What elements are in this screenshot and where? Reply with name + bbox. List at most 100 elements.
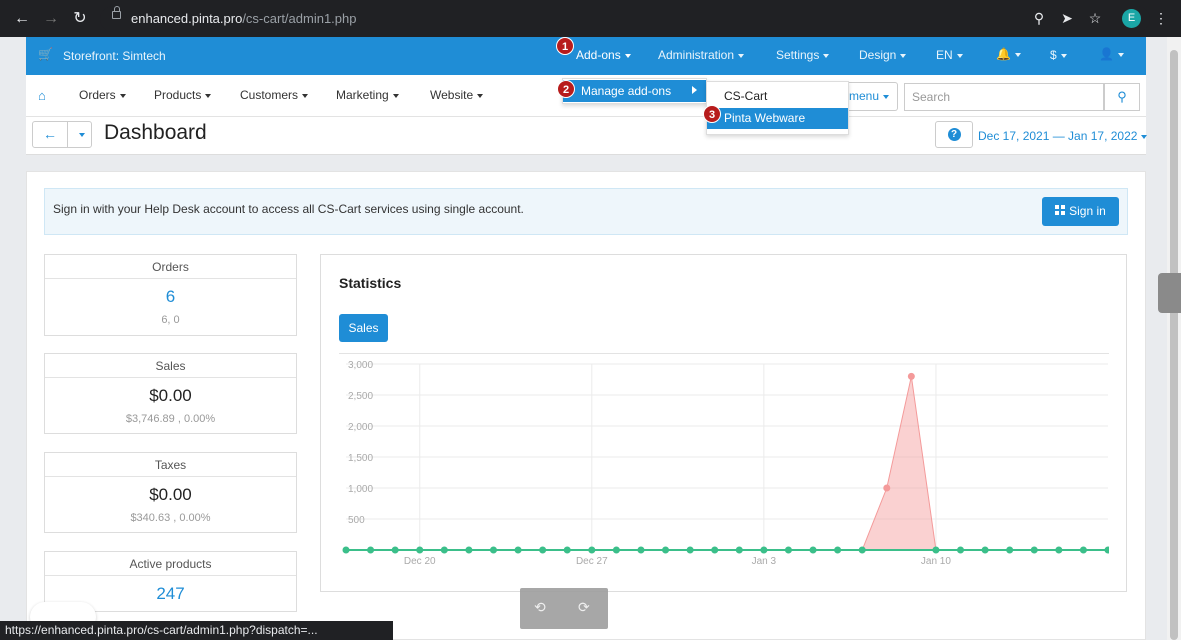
profile-avatar[interactable]: E: [1122, 9, 1141, 28]
zero-point: [416, 546, 424, 554]
rotate-left-icon[interactable]: ⟲: [534, 599, 546, 616]
zero-point: [489, 546, 497, 554]
y-tick-label: 1,000: [348, 484, 373, 495]
zero-point: [588, 546, 596, 554]
zero-point: [809, 546, 817, 554]
card-title: Active products: [45, 552, 296, 576]
nav-customers[interactable]: Customers: [240, 88, 309, 102]
search-icon: ⚲: [1117, 89, 1127, 104]
status-url-bar: https://enhanced.pinta.pro/cs-cart/admin…: [0, 621, 393, 640]
back-arrow-icon[interactable]: ←: [12, 9, 32, 29]
language-menu[interactable]: EN: [936, 48, 963, 62]
zero-point: [1055, 546, 1063, 554]
card-title: Sales: [45, 354, 296, 378]
home-icon[interactable]: ⌂: [38, 88, 46, 103]
more-vert-icon[interactable]: ⋮: [1152, 9, 1170, 27]
zero-point: [612, 546, 620, 554]
zero-point: [784, 546, 792, 554]
user-icon[interactable]: 👤: [1099, 47, 1124, 61]
zero-point: [342, 546, 350, 554]
x-tick-label: Dec 27: [576, 556, 608, 567]
date-range-picker[interactable]: Dec 17, 2021 — Jan 17, 2022: [978, 129, 1148, 143]
card-title: Taxes: [45, 453, 296, 477]
nav-website[interactable]: Website: [430, 88, 484, 102]
y-tick-label: 2,500: [348, 391, 373, 402]
step-badge-1: 1: [556, 37, 574, 55]
url-text[interactable]: enhanced.pinta.pro/cs-cart/admin1.php: [131, 6, 356, 32]
zero-point: [465, 546, 473, 554]
settings-menu[interactable]: Settings: [776, 48, 830, 62]
nav-products[interactable]: Products: [154, 88, 212, 102]
back-dropdown-button[interactable]: [67, 121, 92, 148]
zero-point: [563, 546, 571, 554]
zero-point: [957, 546, 965, 554]
design-menu[interactable]: Design: [859, 48, 907, 62]
zero-point: [735, 546, 743, 554]
zero-point: [1079, 546, 1087, 554]
nav-orders[interactable]: Orders: [79, 88, 126, 102]
submenu-item-pinta-webware[interactable]: Pinta Webware: [707, 108, 848, 129]
x-tick-label: Jan 10: [921, 556, 951, 567]
zero-point: [637, 546, 645, 554]
x-tick-label: Dec 20: [404, 556, 436, 567]
storefront-label[interactable]: Storefront: Simtech: [63, 37, 166, 75]
zero-point: [760, 546, 768, 554]
statistics-title: Statistics: [339, 275, 402, 291]
scrollbar-thumb[interactable]: [1170, 50, 1178, 640]
key-icon[interactable]: ⚲: [1030, 9, 1048, 27]
card-sub: $3,746.89 , 0.00%: [125, 413, 216, 425]
nav-marketing[interactable]: Marketing: [336, 88, 399, 102]
forward-arrow-icon[interactable]: →: [41, 9, 61, 29]
zero-point: [539, 546, 547, 554]
side-tab-handle[interactable]: [1158, 273, 1181, 313]
zero-point: [686, 546, 694, 554]
card-sub: 6, 0: [161, 314, 180, 326]
submenu-item-cs-cart[interactable]: CS-Cart: [724, 89, 767, 103]
send-icon[interactable]: ➤: [1058, 9, 1076, 27]
zero-point: [981, 546, 989, 554]
help-button[interactable]: ?: [935, 121, 973, 148]
step-badge-2: 2: [557, 80, 575, 98]
zero-point: [1030, 546, 1038, 554]
sales-point: [907, 372, 915, 380]
administration-menu[interactable]: Administration: [658, 48, 745, 62]
card-value[interactable]: 247: [45, 584, 296, 604]
sales-tab[interactable]: Sales: [339, 314, 388, 342]
zero-point: [858, 546, 866, 554]
zero-point: [367, 546, 375, 554]
taxes-card: Taxes $0.00 $340.63 , 0.00%: [44, 452, 297, 533]
sales-point: [883, 484, 891, 492]
x-tick-label: Jan 3: [752, 556, 777, 567]
search-button[interactable]: ⚲: [1104, 83, 1140, 111]
sales-card: Sales $0.00 $3,746.89 , 0.00%: [44, 353, 297, 434]
zero-point: [514, 546, 522, 554]
card-value: $0.00: [149, 485, 192, 504]
media-controls: ⟲ ⟳: [520, 588, 608, 629]
back-button[interactable]: ←: [32, 121, 68, 148]
notifications-bell-icon[interactable]: 🔔: [996, 47, 1021, 61]
arrow-left-icon: ←: [43, 126, 57, 142]
card-value[interactable]: 6: [45, 287, 296, 307]
hidden-menu-button[interactable]: menu: [846, 82, 898, 111]
search-input[interactable]: Search: [904, 83, 1104, 111]
lock-icon: [112, 6, 121, 19]
zero-point: [711, 546, 719, 554]
zero-point: [1006, 546, 1014, 554]
manage-addons-item[interactable]: Manage add-ons: [563, 80, 706, 102]
zero-point: [932, 546, 940, 554]
star-icon[interactable]: ☆: [1086, 9, 1104, 27]
question-icon: ?: [947, 128, 961, 142]
card-title: Orders: [45, 255, 296, 279]
sign-in-button[interactable]: Sign in: [1042, 197, 1119, 226]
currency-menu[interactable]: $: [1050, 48, 1067, 62]
cart-icon: 🛒: [38, 47, 53, 61]
step-badge-3: 3: [703, 105, 721, 123]
y-tick-label: 2,000: [348, 422, 373, 433]
rotate-right-icon[interactable]: ⟳: [578, 599, 590, 616]
reload-icon[interactable]: ↻: [70, 9, 90, 29]
addons-menu[interactable]: Add-ons: [576, 48, 631, 62]
orders-card[interactable]: Orders 6 6, 0: [44, 254, 297, 336]
zero-point: [1104, 546, 1109, 554]
sales-chart: 3,000 2,500 2,000 1,500 1,000 500 Dec 20 Dec 27…: [342, 360, 1109, 567]
zero-point: [662, 546, 670, 554]
